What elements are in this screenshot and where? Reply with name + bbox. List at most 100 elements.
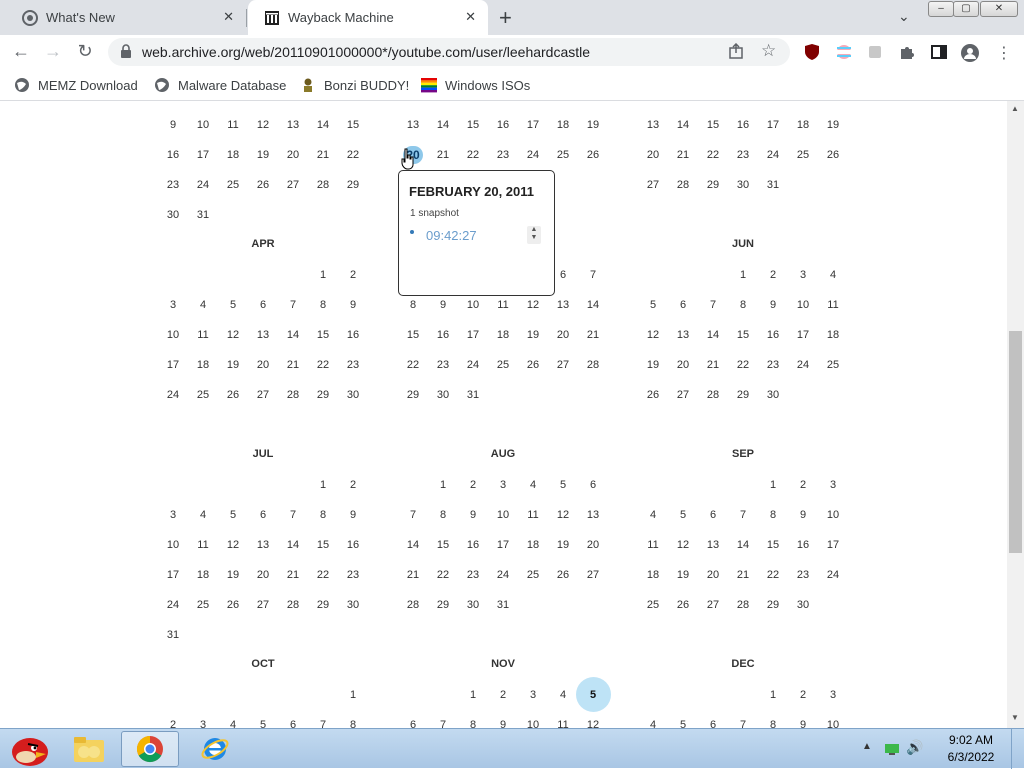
calendar-day[interactable]: 9 (350, 299, 356, 311)
minimize-button[interactable]: – (928, 1, 954, 17)
calendar-day[interactable]: 19 (647, 359, 659, 371)
clock-time[interactable]: 9:02 AM (936, 733, 1006, 747)
calendar-day[interactable]: 1 (350, 689, 356, 701)
calendar-day[interactable]: 17 (467, 329, 479, 341)
calendar-day[interactable]: 15 (737, 329, 749, 341)
bookmark-malware-database[interactable]: Malware Database (154, 77, 286, 93)
calendar-day[interactable]: 24 (167, 389, 179, 401)
calendar-day[interactable]: 24 (467, 359, 479, 371)
calendar-day[interactable]: 30 (347, 389, 359, 401)
calendar-day[interactable]: 29 (707, 179, 719, 191)
calendar-day[interactable]: 30 (467, 599, 479, 611)
calendar-day[interactable]: 1 (740, 269, 746, 281)
calendar-day[interactable]: 8 (320, 299, 326, 311)
calendar-day[interactable]: 18 (797, 119, 809, 131)
calendar-day[interactable]: 12 (257, 119, 269, 131)
calendar-day[interactable]: 9 (350, 509, 356, 521)
share-icon[interactable] (728, 42, 745, 65)
calendar-day[interactable]: 25 (557, 149, 569, 161)
calendar-day[interactable]: 25 (827, 359, 839, 371)
scroll-up-icon[interactable]: ▲ (1011, 104, 1019, 113)
calendar-day[interactable]: 21 (677, 149, 689, 161)
calendar-day[interactable]: 21 (707, 359, 719, 371)
calendar-day[interactable]: 12 (227, 329, 239, 341)
calendar-day[interactable]: 21 (437, 149, 449, 161)
calendar-day[interactable]: 24 (167, 599, 179, 611)
calendar-day[interactable]: 16 (167, 149, 179, 161)
calendar-day[interactable]: 18 (197, 569, 209, 581)
calendar-day[interactable]: 22 (347, 149, 359, 161)
calendar-day[interactable]: 1 (470, 689, 476, 701)
calendar-day[interactable]: 1 (440, 479, 446, 491)
maximize-button[interactable]: ▢ (953, 1, 979, 17)
calendar-day[interactable]: 27 (257, 389, 269, 401)
calendar-day[interactable]: 13 (647, 119, 659, 131)
calendar-day[interactable]: 8 (470, 719, 476, 728)
calendar-day[interactable]: 7 (710, 299, 716, 311)
calendar-day[interactable]: 13 (257, 539, 269, 551)
extension-flag-icon[interactable] (835, 43, 853, 61)
calendar-day[interactable]: 4 (200, 509, 206, 521)
calendar-day[interactable]: 19 (257, 149, 269, 161)
calendar-day[interactable]: 15 (437, 539, 449, 551)
calendar-day[interactable]: 10 (827, 719, 839, 728)
calendar-day[interactable]: 5 (230, 509, 236, 521)
calendar-day[interactable]: 28 (737, 599, 749, 611)
calendar-day[interactable]: 30 (437, 389, 449, 401)
calendar-day[interactable]: 17 (197, 149, 209, 161)
calendar-day[interactable]: 8 (770, 509, 776, 521)
address-bar[interactable]: web.archive.org/web/20110901000000*/yout… (108, 38, 790, 66)
calendar-day[interactable]: 3 (530, 689, 536, 701)
calendar-day[interactable]: 26 (227, 599, 239, 611)
calendar-day[interactable]: 5 (560, 479, 566, 491)
calendar-day[interactable]: 13 (257, 329, 269, 341)
calendar-day[interactable]: 16 (767, 329, 779, 341)
calendar-day[interactable]: 25 (527, 569, 539, 581)
calendar-day[interactable]: 12 (677, 539, 689, 551)
calendar-day[interactable]: 5 (260, 719, 266, 728)
calendar-day[interactable]: 12 (557, 509, 569, 521)
extension-gray-icon[interactable] (866, 43, 884, 61)
chrome-taskbar-button[interactable] (121, 731, 179, 767)
calendar-day[interactable]: 16 (347, 539, 359, 551)
calendar-day[interactable]: 28 (587, 359, 599, 371)
calendar-day[interactable]: 20 (587, 539, 599, 551)
tab-wayback-machine[interactable]: Wayback Machine ✕ (248, 0, 488, 35)
scrollbar-thumb[interactable] (1009, 331, 1022, 553)
calendar-day[interactable]: 29 (437, 599, 449, 611)
calendar-day[interactable]: 30 (797, 599, 809, 611)
calendar-day[interactable]: 6 (680, 299, 686, 311)
bookmark-memz[interactable]: MEMZ Download (14, 77, 138, 93)
calendar-day[interactable]: 29 (767, 599, 779, 611)
calendar-day[interactable]: 4 (530, 479, 536, 491)
calendar-day[interactable]: 16 (437, 329, 449, 341)
calendar-day[interactable]: 6 (560, 269, 566, 281)
calendar-day[interactable]: 1 (770, 689, 776, 701)
calendar-day[interactable]: 9 (170, 119, 176, 131)
calendar-day[interactable]: 17 (497, 539, 509, 551)
calendar-day[interactable]: 27 (647, 179, 659, 191)
calendar-day[interactable]: 14 (287, 539, 299, 551)
calendar-day[interactable]: 31 (467, 389, 479, 401)
calendar-day[interactable]: 13 (407, 119, 419, 131)
calendar-day[interactable]: 2 (770, 269, 776, 281)
calendar-day[interactable]: 6 (710, 719, 716, 728)
bookmark-bonzi-buddy[interactable]: Bonzi BUDDY! (300, 77, 409, 93)
calendar-day[interactable]: 22 (767, 569, 779, 581)
calendar-day[interactable]: 3 (200, 719, 206, 728)
calendar-day[interactable]: 10 (497, 509, 509, 521)
calendar-day[interactable]: 28 (677, 179, 689, 191)
calendar-day[interactable]: 15 (317, 539, 329, 551)
calendar-day[interactable]: 24 (527, 149, 539, 161)
calendar-day[interactable]: 14 (407, 539, 419, 551)
calendar-day[interactable]: 2 (350, 269, 356, 281)
calendar-day[interactable]: 8 (410, 299, 416, 311)
calendar-day[interactable]: 11 (497, 299, 508, 311)
calendar-day[interactable]: 24 (197, 179, 209, 191)
forward-arrow-icon[interactable]: → (41, 41, 65, 62)
internet-explorer-button[interactable] (186, 731, 244, 767)
calendar-day[interactable]: 30 (347, 599, 359, 611)
calendar-day[interactable]: 30 (737, 179, 749, 191)
calendar-day[interactable]: 13 (587, 509, 599, 521)
calendar-day[interactable]: 18 (527, 539, 539, 551)
